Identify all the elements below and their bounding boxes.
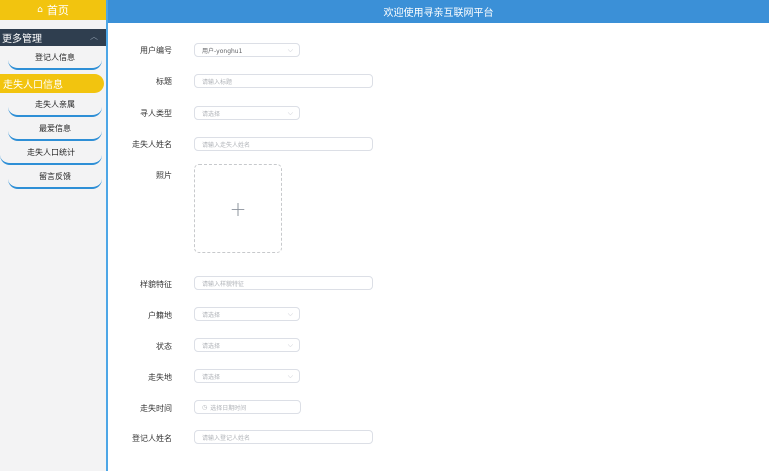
sidebar-item-relatives[interactable]: 走失人亲属 bbox=[8, 93, 102, 117]
user-id-label: 用户编号 bbox=[140, 46, 172, 55]
seek-type-label: 寻人类型 bbox=[140, 109, 172, 118]
chevron-down-icon: ⌵ bbox=[287, 46, 293, 54]
seek-type-placeholder: 请选择 bbox=[202, 110, 221, 118]
title-placeholder: 请输入标题 bbox=[202, 78, 233, 86]
photo-label: 照片 bbox=[156, 171, 172, 180]
seek-type-select[interactable]: 请选择 ⌵ bbox=[194, 106, 300, 120]
features-label: 样貌特征 bbox=[140, 280, 172, 289]
chevron-down-icon: ⌵ bbox=[287, 372, 293, 380]
missing-time-placeholder: 选择日期时间 bbox=[210, 404, 247, 412]
sidebar-item-statistics[interactable]: 走失人口统计 bbox=[0, 141, 102, 165]
plus-icon: + bbox=[229, 196, 247, 221]
sidebar: ⌂ 首页 更多管理 ︿ 登记人信息 走失人口信息 走失人亲属 最爱信息 走失人口… bbox=[0, 0, 108, 471]
missing-time-label: 走失时间 bbox=[140, 404, 172, 413]
chevron-up-icon: ︿ bbox=[90, 32, 98, 41]
status-select[interactable]: 请选择 ⌵ bbox=[194, 338, 300, 352]
missing-name-label: 走失人姓名 bbox=[132, 140, 172, 149]
household-placeholder: 请选择 bbox=[202, 311, 221, 319]
missing-person-form: 用户编号 用户-yonghu1 ⌵ 标题 请输入标题 寻人类型 请选择 ⌵ 走失… bbox=[108, 23, 769, 471]
chevron-down-icon: ⌵ bbox=[287, 109, 293, 117]
registrant-name-input[interactable]: 请输入登记人姓名 bbox=[194, 430, 373, 444]
sidebar-item-label: 留言反馈 bbox=[39, 171, 71, 181]
features-input[interactable]: 请输入样貌特征 bbox=[194, 276, 373, 290]
chevron-down-icon: ⌵ bbox=[287, 310, 293, 318]
sidebar-item-registrant[interactable]: 登记人信息 bbox=[8, 46, 102, 70]
household-label: 户籍地 bbox=[148, 311, 172, 320]
missing-place-select[interactable]: 请选择 ⌵ bbox=[194, 369, 300, 383]
active-header-label: 走失人口信息 bbox=[3, 80, 63, 91]
sidebar-item-favorites[interactable]: 最爱信息 bbox=[8, 117, 102, 141]
home-icon: ⌂ bbox=[37, 5, 43, 15]
sidebar-item-feedback[interactable]: 留言反馈 bbox=[8, 165, 102, 189]
photo-upload[interactable]: + bbox=[194, 164, 282, 253]
more-management-header[interactable]: 更多管理 ︿ bbox=[0, 29, 106, 46]
features-placeholder: 请输入样貌特征 bbox=[202, 280, 245, 288]
sidebar-item-label: 走失人亲属 bbox=[35, 99, 75, 109]
household-select[interactable]: 请选择 ⌵ bbox=[194, 307, 300, 321]
status-label: 状态 bbox=[156, 342, 172, 351]
user-id-select[interactable]: 用户-yonghu1 ⌵ bbox=[194, 43, 300, 57]
sidebar-item-label: 最爱信息 bbox=[39, 123, 71, 133]
title-input[interactable]: 请输入标题 bbox=[194, 74, 373, 88]
section-header-label: 更多管理 bbox=[2, 34, 42, 45]
sidebar-item-label: 登记人信息 bbox=[35, 52, 75, 62]
missing-name-input[interactable]: 请输入走失人姓名 bbox=[194, 137, 373, 151]
sidebar-item-label: 走失人口统计 bbox=[27, 147, 75, 157]
welcome-title: 欢迎使用寻亲互联网平台 bbox=[383, 8, 494, 19]
status-placeholder: 请选择 bbox=[202, 342, 221, 350]
missing-name-placeholder: 请输入走失人姓名 bbox=[202, 141, 251, 149]
title-label: 标题 bbox=[156, 77, 172, 86]
top-banner: 欢迎使用寻亲互联网平台 bbox=[108, 0, 769, 23]
missing-time-picker[interactable]: ◷ 选择日期时间 bbox=[194, 400, 301, 414]
chevron-down-icon: ⌵ bbox=[287, 341, 293, 349]
missing-persons-header[interactable]: 走失人口信息 bbox=[0, 74, 104, 93]
missing-place-label: 走失地 bbox=[148, 373, 172, 382]
registrant-name-placeholder: 请输入登记人姓名 bbox=[202, 434, 251, 442]
missing-place-placeholder: 请选择 bbox=[202, 373, 221, 381]
home-label: 首页 bbox=[46, 4, 69, 17]
registrant-name-label: 登记人姓名 bbox=[132, 434, 172, 443]
home-link[interactable]: ⌂ 首页 bbox=[0, 0, 106, 20]
clock-icon: ◷ bbox=[202, 403, 208, 411]
user-id-value: 用户-yonghu1 bbox=[202, 47, 243, 55]
